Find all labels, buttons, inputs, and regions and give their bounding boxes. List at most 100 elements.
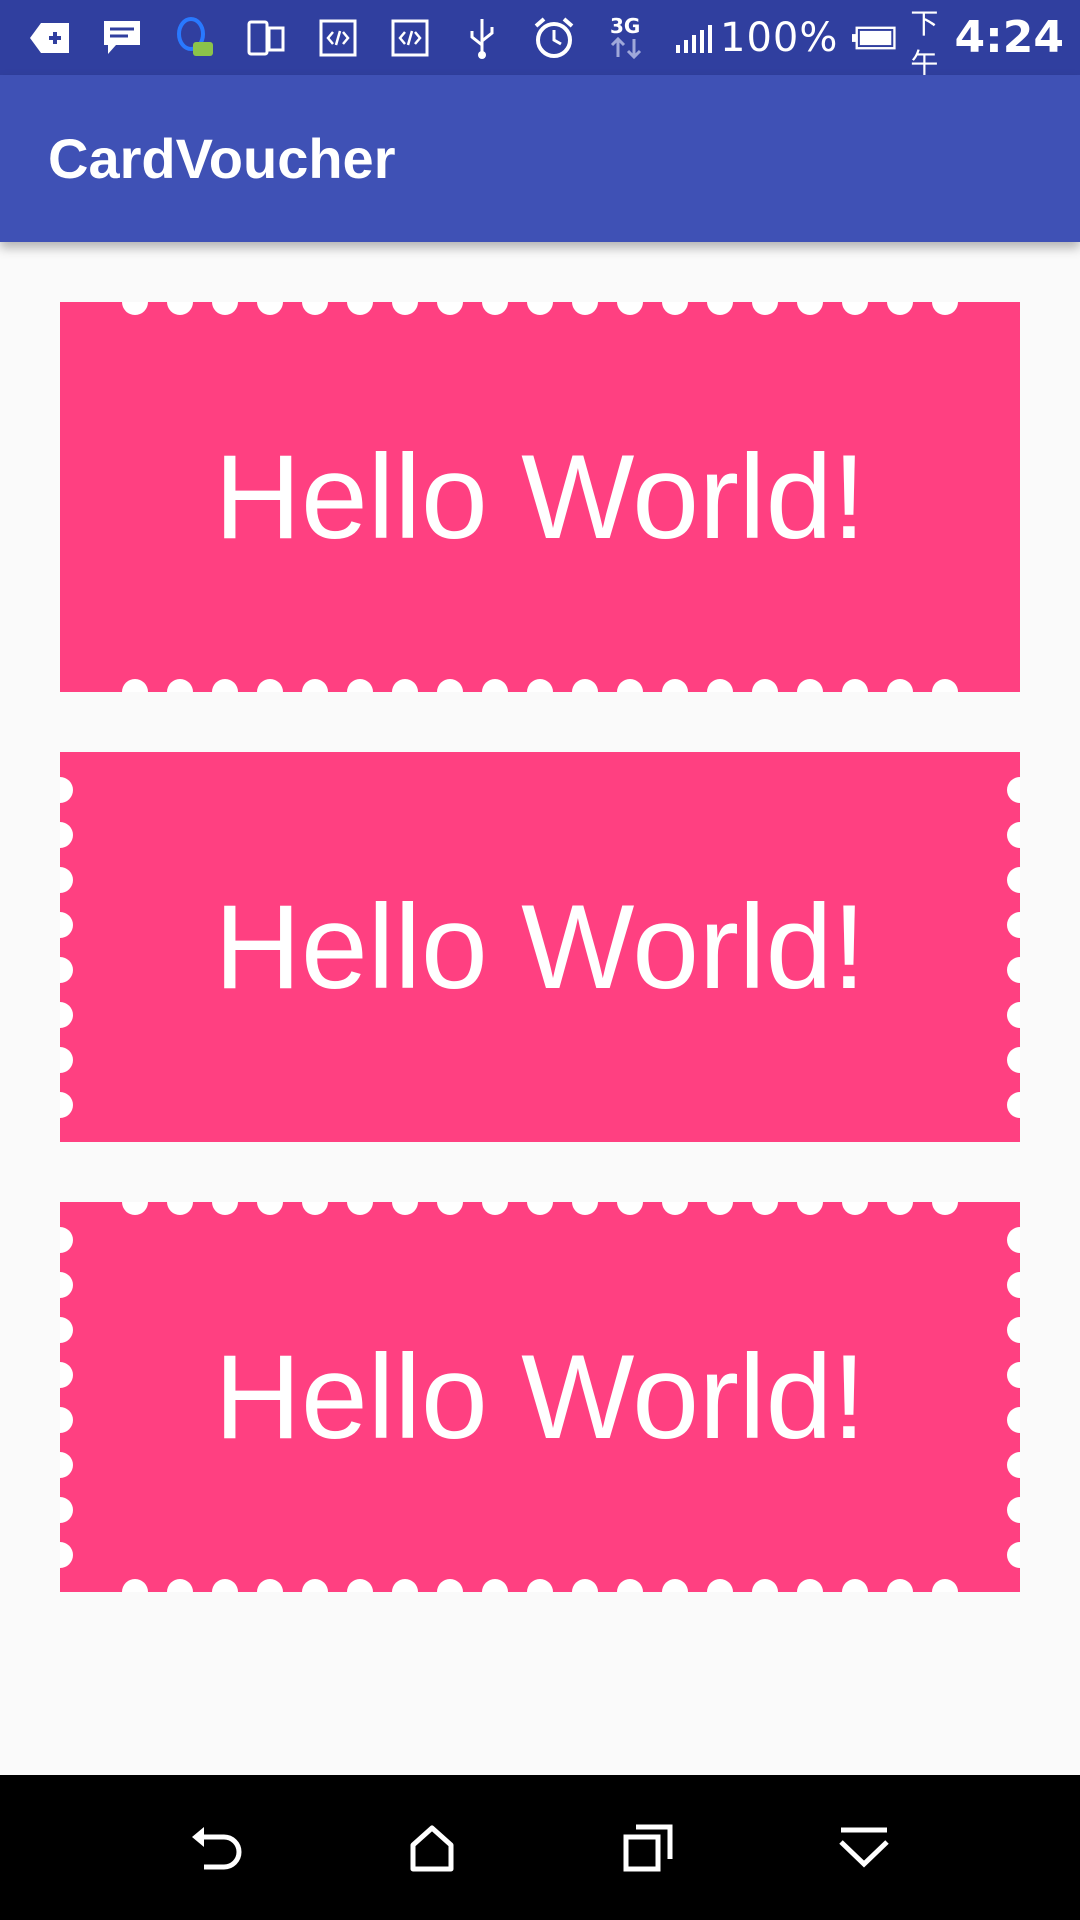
perforation-hole <box>887 1202 913 1215</box>
perforation-hole <box>257 1579 283 1592</box>
perforation-hole <box>347 679 373 692</box>
app-bar: CardVoucher <box>0 75 1080 242</box>
perforation-hole <box>60 1541 73 1568</box>
perforation-hole <box>212 1579 238 1592</box>
perforation-hole <box>842 679 868 692</box>
perforation-hole <box>257 1202 283 1215</box>
perforation-hole <box>752 302 778 315</box>
perforation-hole <box>60 1226 73 1253</box>
perforation-hole <box>482 1202 508 1215</box>
signal-icon <box>676 16 720 60</box>
perforation-hole <box>1007 866 1020 893</box>
perforation-hole <box>707 1579 733 1592</box>
card-text: Hello World! <box>214 430 866 564</box>
perforation-hole <box>347 302 373 315</box>
usb-icon <box>460 16 504 60</box>
perforation-hole <box>437 302 463 315</box>
perforation-hole <box>707 679 733 692</box>
perforation-hole <box>212 679 238 692</box>
perforation-hole <box>932 1579 958 1592</box>
perforation-hole <box>60 1361 73 1388</box>
perforation-hole <box>752 1202 778 1215</box>
perforation-hole <box>60 1451 73 1478</box>
dropdown-icon <box>839 1827 889 1867</box>
navigation-bar <box>0 1775 1080 1920</box>
recents-button[interactable] <box>588 1775 708 1920</box>
perforation-hole <box>752 679 778 692</box>
perforation-hole <box>1007 1361 1020 1388</box>
perforation-hole <box>617 302 643 315</box>
perforation-hole <box>662 679 688 692</box>
voucher-card-top-bottom-holes: Hello World! <box>60 302 1020 692</box>
message-icon <box>100 16 144 60</box>
perforation-hole <box>60 776 73 803</box>
perforation-hole <box>392 1579 418 1592</box>
perforation-hole <box>257 302 283 315</box>
perforation-hole <box>482 679 508 692</box>
perforation-hole <box>482 1579 508 1592</box>
perforation-hole <box>527 1202 553 1215</box>
perforation-hole <box>60 911 73 938</box>
perforation-hole <box>617 1579 643 1592</box>
phone-dual-icon <box>244 16 288 60</box>
add-notification-icon <box>28 16 72 60</box>
perforation-hole <box>257 679 283 692</box>
perforation-hole <box>1007 1046 1020 1073</box>
perforation-hole <box>932 302 958 315</box>
perforation-hole <box>842 302 868 315</box>
perforation-hole <box>122 302 148 315</box>
code-icon <box>316 16 360 60</box>
code-icon <box>388 16 432 60</box>
perforation-hole <box>572 1579 598 1592</box>
card-text: Hello World! <box>214 1330 866 1464</box>
clock: 4:24 <box>954 12 1064 63</box>
battery-icon <box>852 16 896 60</box>
perforation-hole <box>662 1202 688 1215</box>
perforation-hole <box>1007 1316 1020 1343</box>
perforation-hole <box>1007 911 1020 938</box>
perforation-hole <box>932 1202 958 1215</box>
network-3g-label: 3G <box>610 15 640 38</box>
perforation-hole <box>1007 821 1020 848</box>
perforation-hole <box>1007 956 1020 983</box>
home-icon <box>410 1825 454 1871</box>
perforation-hole <box>60 1271 73 1298</box>
perforation-hole <box>842 1202 868 1215</box>
perforation-hole <box>392 679 418 692</box>
perforation-hole <box>60 1046 73 1073</box>
perforation-hole <box>302 1579 328 1592</box>
perforation-hole <box>572 1202 598 1215</box>
dropdown-button[interactable] <box>804 1775 924 1920</box>
perforation-hole <box>527 1579 553 1592</box>
home-button[interactable] <box>372 1775 492 1920</box>
perforation-hole <box>167 1579 193 1592</box>
perforation-hole <box>662 302 688 315</box>
time-prefix: 下午 <box>910 6 939 80</box>
perforation-hole <box>707 1202 733 1215</box>
perforation-hole <box>527 679 553 692</box>
perforation-hole <box>60 956 73 983</box>
perforation-hole <box>572 302 598 315</box>
perforation-hole <box>302 1202 328 1215</box>
perforation-hole <box>122 1579 148 1592</box>
card-text: Hello World! <box>214 880 866 1014</box>
perforation-hole <box>1007 1226 1020 1253</box>
perforation-hole <box>302 302 328 315</box>
perforation-hole <box>1007 1406 1020 1433</box>
perforation-hole <box>60 1001 73 1028</box>
perforation-hole <box>1007 1541 1020 1568</box>
voucher-card-all-holes: Hello World! <box>60 1202 1020 1592</box>
perforation-hole <box>60 821 73 848</box>
perforation-hole <box>752 1579 778 1592</box>
perforation-hole <box>932 679 958 692</box>
voucher-card-side-holes: Hello World! <box>60 752 1020 1142</box>
perforation-hole <box>392 1202 418 1215</box>
back-button[interactable] <box>157 1775 277 1920</box>
perforation-hole <box>527 302 553 315</box>
perforation-hole <box>212 1202 238 1215</box>
perforation-hole <box>437 1579 463 1592</box>
perforation-hole <box>797 1579 823 1592</box>
qq-icon <box>172 16 216 60</box>
perforation-hole <box>887 302 913 315</box>
alarm-icon <box>532 16 576 60</box>
